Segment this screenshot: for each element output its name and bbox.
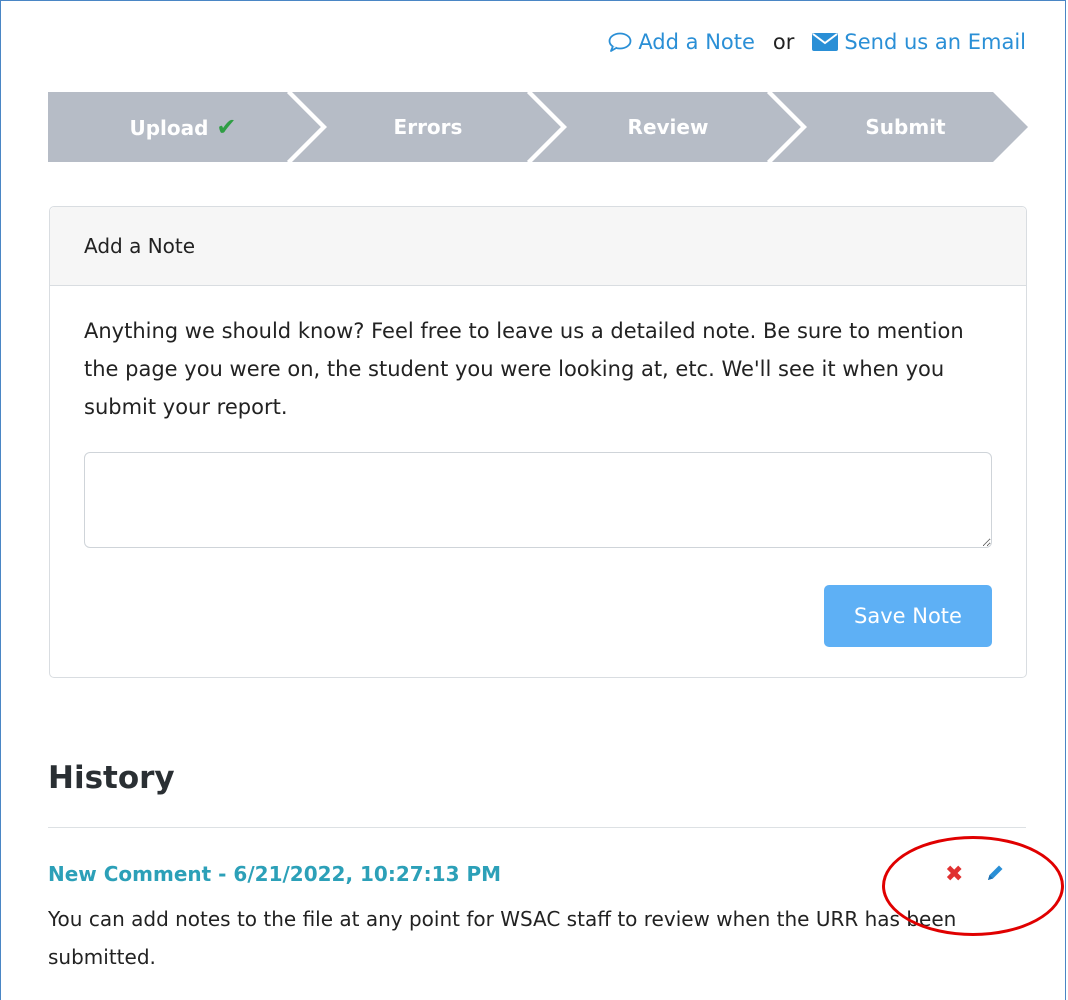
envelope-icon [812, 33, 839, 51]
checkmark-icon: ✔ [216, 113, 237, 141]
step-errors[interactable]: Errors [323, 92, 533, 162]
card-body: Anything we should know? Feel free to le… [50, 286, 1026, 552]
comment-actions: ✖ [945, 862, 1005, 887]
add-note-link-label: Add a Note [638, 30, 755, 54]
step-upload[interactable]: Upload ✔ [78, 92, 288, 162]
note-description: Anything we should know? Feel free to le… [84, 319, 964, 419]
note-textarea[interactable] [84, 452, 992, 548]
pencil-icon[interactable] [985, 863, 1005, 887]
step-submit-label: Submit [865, 115, 946, 139]
comment-heading: New Comment - 6/21/2022, 10:27:13 PM [48, 862, 502, 886]
add-note-card: Add a Note Anything we should know? Feel… [49, 206, 1027, 678]
step-upload-label: Upload [129, 116, 209, 140]
speech-bubble-icon [608, 32, 632, 52]
step-review[interactable]: Review [563, 92, 773, 162]
history-title: History [48, 760, 175, 796]
save-note-button[interactable]: Save Note [824, 585, 992, 647]
comment-body: You can add notes to the file at any poi… [48, 907, 957, 969]
top-links: Add a Note or Send us an Email [608, 30, 1026, 54]
progress-steps: Upload ✔ Errors Review Submit [48, 92, 1028, 162]
add-note-link[interactable]: Add a Note [608, 30, 755, 54]
close-icon[interactable]: ✖ [945, 862, 963, 887]
step-errors-label: Errors [393, 115, 463, 139]
history-divider [48, 827, 1026, 828]
or-text: or [772, 30, 795, 54]
email-link-label: Send us an Email [844, 30, 1026, 54]
step-submit[interactable]: Submit [803, 92, 1008, 162]
step-review-label: Review [627, 115, 709, 139]
card-header: Add a Note [50, 207, 1026, 286]
email-link[interactable]: Send us an Email [812, 30, 1026, 54]
